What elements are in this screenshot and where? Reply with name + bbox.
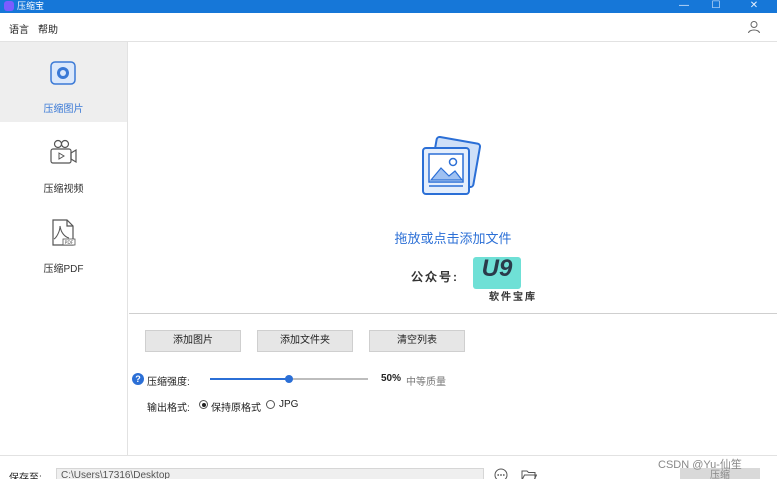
watermark-logo: U9 (473, 255, 521, 289)
image-compress-icon (50, 61, 76, 85)
strength-quality: 中等质量 (406, 377, 446, 388)
strength-label: 压缩强度: (147, 377, 190, 388)
strength-slider[interactable] (210, 375, 368, 383)
video-camera-icon (50, 139, 77, 164)
strength-slider-fill (210, 378, 289, 380)
drop-zone-hint[interactable]: 拖放或点击添加文件 (129, 228, 777, 247)
add-images-button[interactable]: 添加图片 (145, 330, 241, 352)
sidebar-item-compress-pdf[interactable]: PDF 压缩PDF (0, 202, 127, 282)
window-title: 压缩宝 (17, 1, 45, 11)
format-jpg-radio[interactable] (266, 400, 275, 409)
strength-value: 50% (381, 373, 402, 384)
app-logo-icon (4, 1, 14, 11)
sidebar-item-label: 压缩PDF (43, 264, 84, 275)
watermark-label: 公众号: (411, 270, 459, 284)
image-upload-icon (422, 136, 482, 195)
format-keep-label[interactable]: 保持原格式 (211, 399, 261, 414)
watermark-logo-text: U9 (481, 255, 513, 282)
save-path-input[interactable]: C:\Users\17316\Desktop (56, 468, 484, 479)
more-options-icon[interactable] (494, 468, 508, 479)
sidebar-item-compress-video[interactable]: 压缩视频 (0, 122, 127, 202)
file-drop-zone[interactable]: 拖放或点击添加文件 公众号: U9 软件宝库 (129, 42, 777, 314)
format-keep-radio[interactable] (199, 400, 208, 409)
sidebar-item-compress-image[interactable]: 压缩图片 (0, 42, 127, 122)
maximize-button[interactable]: ☐ (704, 0, 728, 13)
format-label: 输出格式: (147, 403, 190, 414)
format-jpg-label[interactable]: JPG (279, 399, 298, 410)
add-folder-button[interactable]: 添加文件夹 (257, 330, 353, 352)
csdn-watermark: CSDN @Yu-仙笙 (658, 459, 742, 471)
menu-bar: 语言 帮助 (0, 13, 777, 42)
strength-slider-handle[interactable] (285, 375, 293, 383)
sidebar: 压缩图片 压缩视频 PDF 压缩PDF (0, 42, 128, 455)
sidebar-item-label: 压缩图片 (43, 104, 84, 115)
sidebar-item-label: 压缩视频 (43, 184, 84, 195)
minimize-button[interactable]: — (672, 0, 696, 13)
watermark-subtitle: 软件宝库 (489, 292, 537, 303)
help-icon[interactable]: ? (132, 373, 144, 385)
menu-help[interactable]: 帮助 (38, 21, 58, 36)
pdf-file-icon: PDF (52, 219, 76, 246)
title-bar: 压缩宝 — ☐ ✕ (0, 0, 777, 13)
close-button[interactable]: ✕ (742, 0, 766, 13)
folder-open-icon[interactable] (521, 468, 537, 479)
clear-list-button[interactable]: 清空列表 (369, 330, 465, 352)
user-icon[interactable] (747, 20, 761, 34)
menu-language[interactable]: 语言 (9, 21, 29, 36)
save-to-label: 保存至: (9, 473, 42, 479)
svg-text:PDF: PDF (65, 240, 74, 246)
